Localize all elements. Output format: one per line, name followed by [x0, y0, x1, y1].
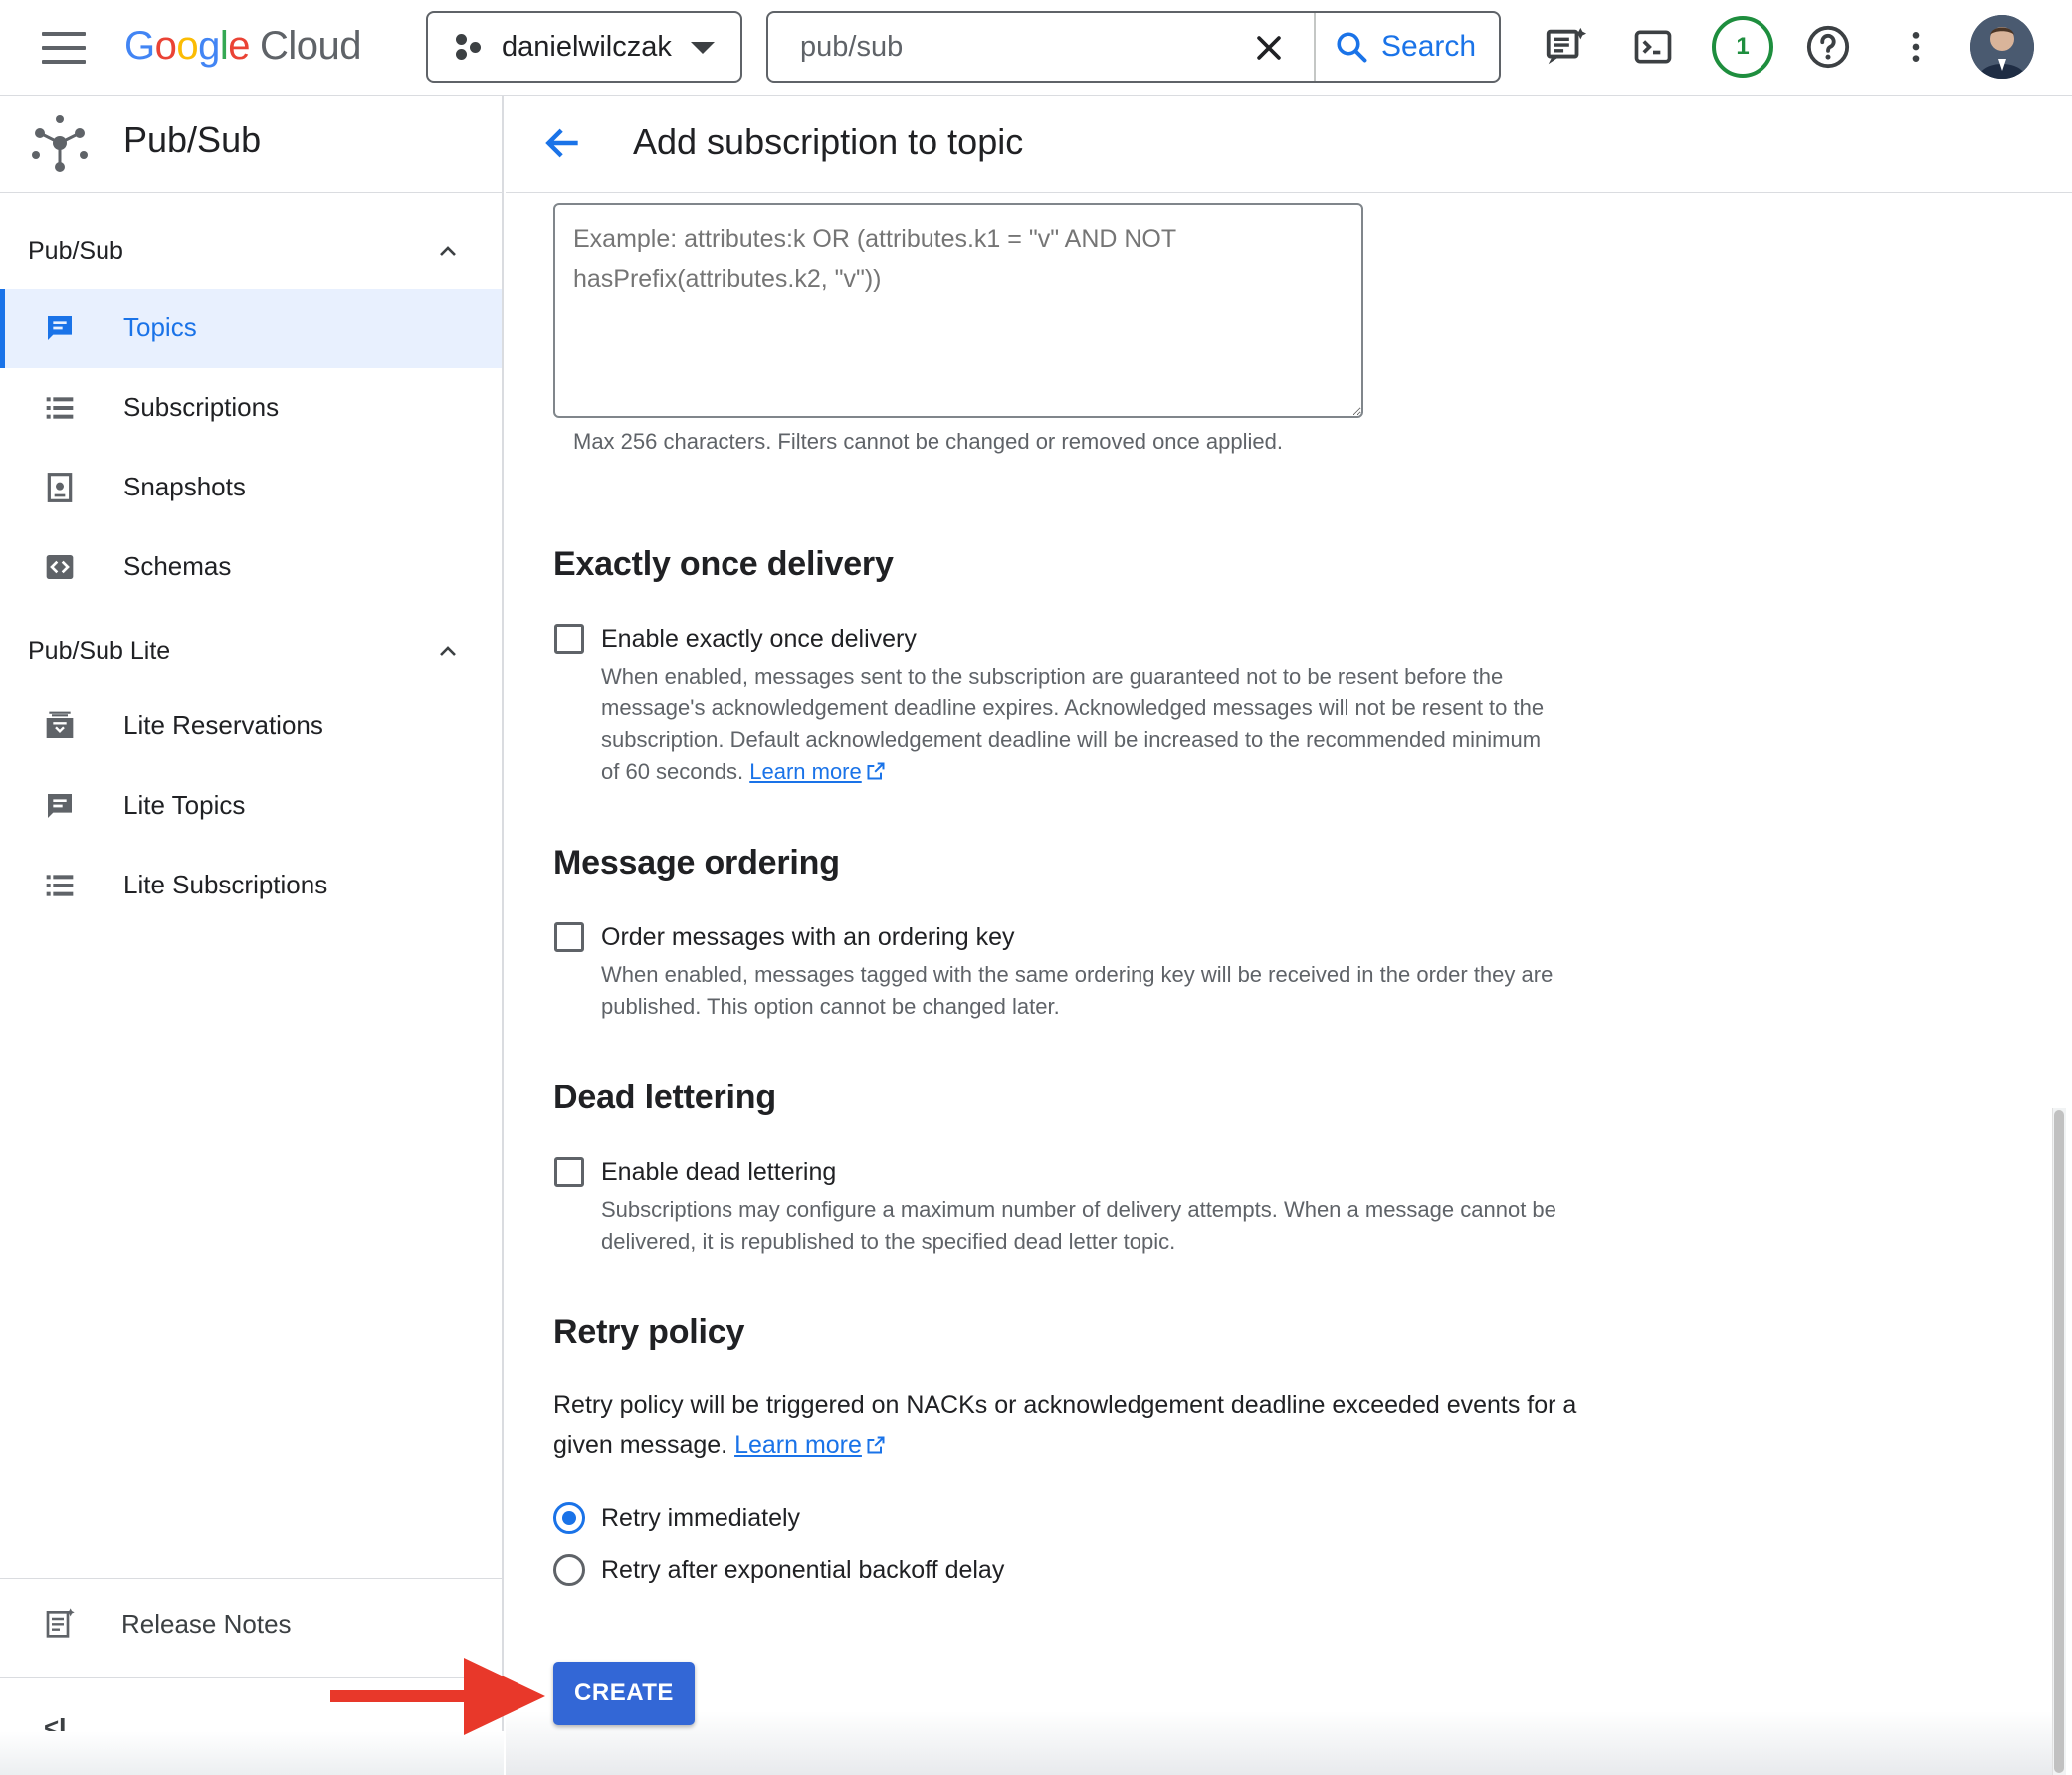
exactly-once-description: When enabled, messages sent to the subsc…	[601, 664, 1545, 784]
section-heading-exactly-once: Exactly once delivery	[553, 545, 894, 583]
dead-letter-label[interactable]: Enable dead lettering	[601, 1158, 836, 1187]
project-name: danielwilczak	[502, 30, 672, 63]
create-button[interactable]: CREATE	[553, 1662, 695, 1725]
retry-immediately-radio[interactable]	[553, 1502, 585, 1534]
schema-icon	[46, 555, 74, 579]
section-heading-retry-policy: Retry policy	[553, 1313, 745, 1351]
topic-icon	[48, 316, 72, 340]
dropdown-arrow-icon	[691, 42, 715, 54]
search-input[interactable]	[800, 30, 1268, 64]
side-nav: Pub/Sub Pub/Sub Topics Subscriptions Sna…	[0, 96, 504, 1775]
dead-letter-description: Subscriptions may configure a maximum nu…	[601, 1197, 1556, 1254]
exactly-once-checkbox[interactable]	[554, 624, 584, 654]
learn-more-link[interactable]: Learn more	[734, 1431, 862, 1459]
topic-icon	[48, 794, 72, 818]
content-bottom-shade	[506, 1711, 2052, 1775]
sidebar-item-lite-topics[interactable]: Lite Topics	[0, 766, 502, 846]
learn-more-link[interactable]: Learn more	[749, 759, 862, 784]
external-link-icon	[867, 1436, 885, 1454]
search-button[interactable]: Search	[1334, 13, 1476, 81]
retry-description: Retry policy will be triggered on NACKs …	[553, 1391, 1577, 1459]
ordering-description: When enabled, messages tagged with the s…	[601, 962, 1554, 1019]
sidebar-item-schemas[interactable]: Schemas	[0, 527, 502, 607]
release-notes-icon	[46, 1608, 75, 1638]
ordering-key-checkbox[interactable]	[554, 922, 584, 952]
search-icon	[1337, 32, 1367, 63]
cloud-shell-icon[interactable]	[1626, 20, 1680, 74]
section-header-pubsub-lite[interactable]: Pub/Sub Lite	[28, 637, 170, 666]
google-cloud-logo[interactable]: Google Cloud	[124, 24, 362, 69]
list-icon	[46, 875, 74, 896]
section-heading-message-ordering: Message ordering	[553, 844, 840, 882]
page-title: Add subscription to topic	[633, 121, 1024, 162]
dead-letter-checkbox[interactable]	[554, 1157, 584, 1187]
sidebar-item-lite-reservations[interactable]: Lite Reservations	[0, 687, 502, 766]
sidebar-item-lite-subscriptions[interactable]: Lite Subscriptions	[0, 846, 502, 925]
search-button-label: Search	[1381, 30, 1477, 63]
chevron-up-icon[interactable]	[436, 239, 460, 263]
search-bar: Search	[766, 11, 1501, 83]
nav-bottom-shade	[0, 1731, 504, 1775]
snapshot-icon	[47, 473, 73, 502]
sidebar-item-topics[interactable]: Topics	[0, 289, 502, 368]
more-vert-icon[interactable]	[1889, 20, 1943, 74]
annotation-arrow-icon	[330, 1658, 545, 1735]
pubsub-logo-icon	[32, 115, 88, 172]
clear-search-icon[interactable]	[1252, 31, 1286, 65]
product-title: Pub/Sub	[123, 119, 262, 160]
project-icon	[456, 34, 482, 60]
help-icon[interactable]	[1801, 20, 1855, 74]
product-header: Pub/Sub	[0, 96, 502, 193]
menu-icon[interactable]	[42, 32, 86, 66]
scrollbar-thumb[interactable]	[2054, 1110, 2064, 1773]
chevron-up-icon[interactable]	[436, 639, 460, 663]
retry-immediately-label[interactable]: Retry immediately	[601, 1504, 800, 1533]
filter-helper-text: Max 256 characters. Filters cannot be ch…	[573, 429, 1283, 454]
retry-backoff-label[interactable]: Retry after exponential backoff delay	[601, 1556, 1004, 1585]
back-arrow-icon[interactable]	[541, 121, 585, 165]
gemini-chat-icon[interactable]	[1539, 20, 1592, 74]
page-header: Add subscription to topic	[506, 96, 2072, 193]
avatar[interactable]	[1970, 15, 2034, 79]
section-header-pubsub[interactable]: Pub/Sub	[28, 237, 123, 266]
retry-backoff-radio[interactable]	[553, 1554, 585, 1586]
ordering-key-label[interactable]: Order messages with an ordering key	[601, 923, 1014, 952]
sidebar-item-subscriptions[interactable]: Subscriptions	[0, 368, 502, 448]
reservation-icon	[46, 711, 74, 738]
list-icon	[46, 397, 74, 419]
exactly-once-label[interactable]: Enable exactly once delivery	[601, 625, 917, 654]
search-divider	[1314, 13, 1316, 81]
sidebar-item-snapshots[interactable]: Snapshots	[0, 448, 502, 527]
top-app-bar: GoogleCloud danielwilczak Search 1	[0, 0, 2072, 96]
project-picker[interactable]: danielwilczak	[426, 11, 742, 83]
external-link-icon	[867, 762, 885, 780]
section-heading-dead-lettering: Dead lettering	[553, 1079, 776, 1116]
release-notes-link[interactable]: Release Notes	[0, 1578, 502, 1668]
notifications-badge[interactable]: 1	[1712, 16, 1773, 78]
subscription-filter-input[interactable]	[553, 203, 1363, 418]
